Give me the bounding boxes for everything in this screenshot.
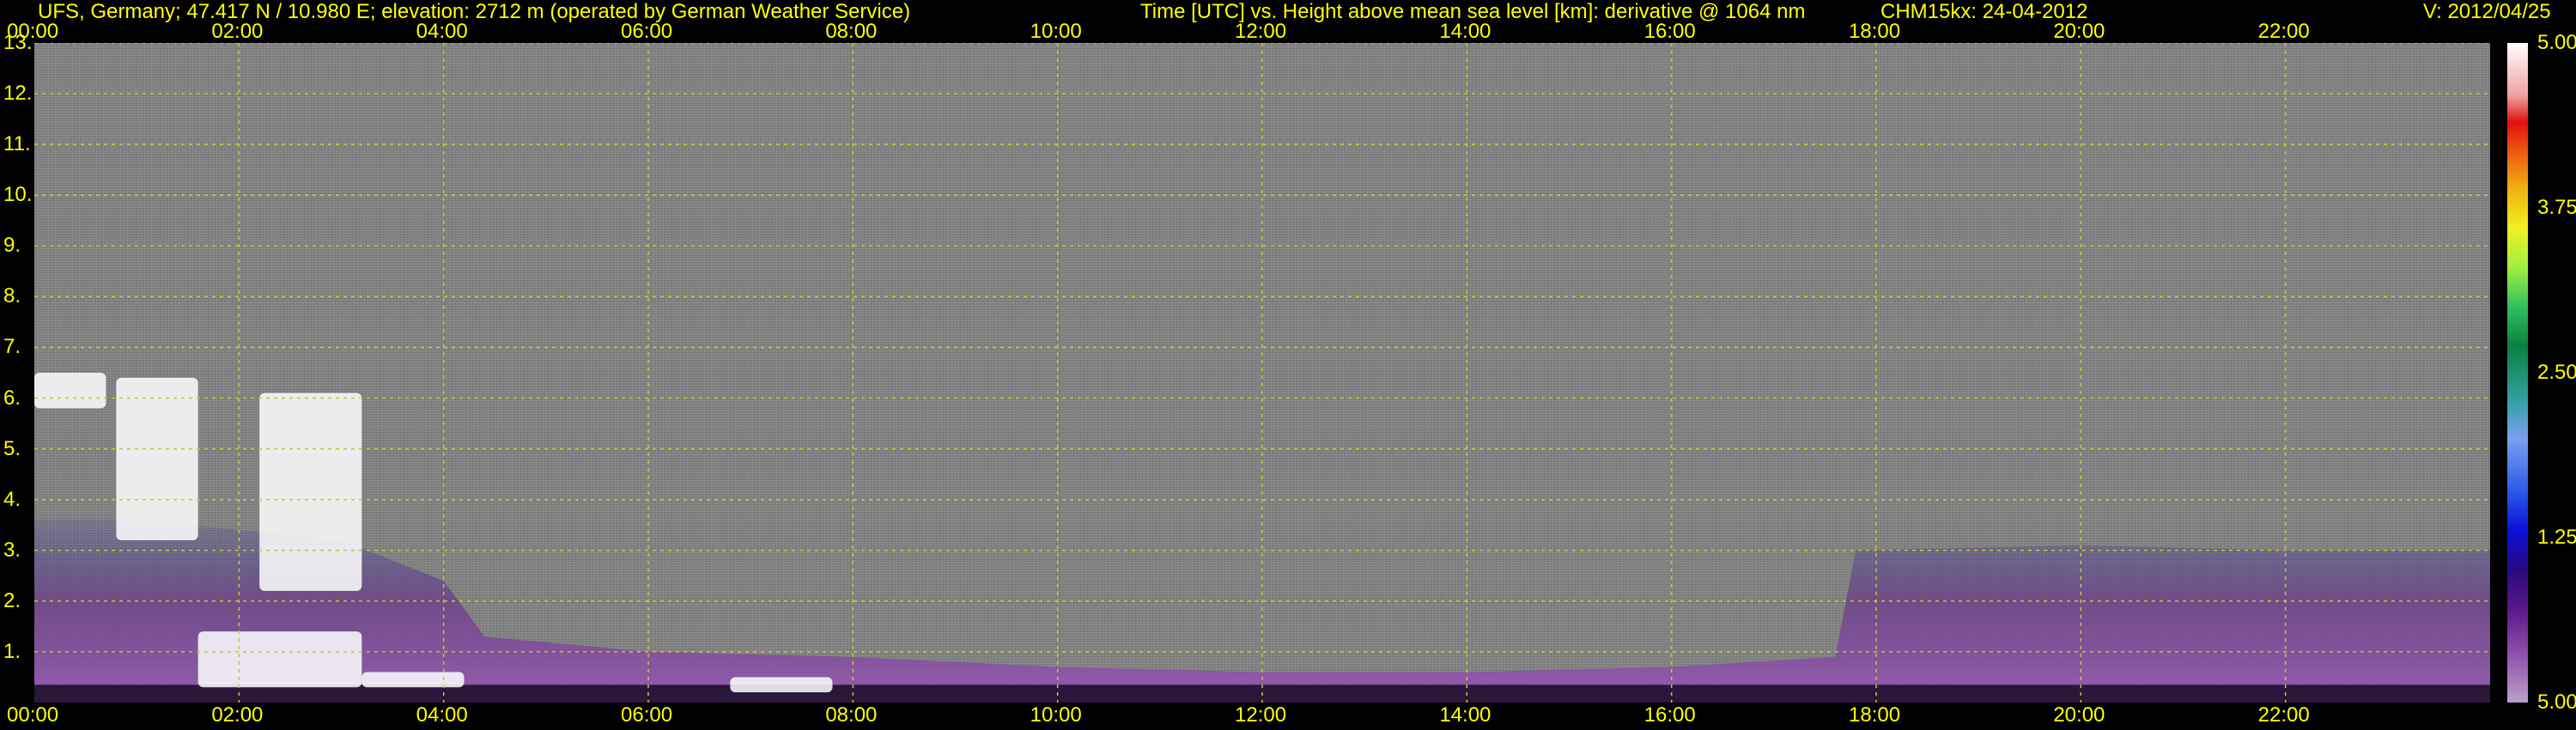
x-tick-label: 20:00 [2053, 703, 2105, 727]
y-tick-label: 2. [3, 588, 21, 612]
x-tick-label: 16:00 [1643, 703, 1696, 727]
y-tick-label: 4. [3, 487, 21, 511]
y-tick-label: 12. [3, 82, 33, 106]
y-tick-label: 10. [3, 183, 33, 207]
x-tick-label: 04:00 [416, 703, 468, 727]
station-info: UFS, Germany; 47.417 N / 10.980 E; eleva… [38, 0, 911, 23]
x-tick-label: 14:00 [1439, 20, 1492, 43]
y-tick-label: 3. [3, 538, 21, 562]
plot-canvas [34, 43, 2490, 703]
backscatter-plot [34, 43, 2490, 703]
x-tick-label: 14:00 [1439, 703, 1492, 727]
colorbar-label: 3.75 [2537, 196, 2576, 219]
x-tick-label: 18:00 [1849, 20, 1901, 43]
y-tick-label: 6. [3, 386, 21, 410]
x-tick-label: 12:00 [1235, 20, 1287, 43]
cloud-feature [730, 677, 833, 693]
y-tick-label: 13. [3, 31, 33, 54]
colorbar-label: 1.25 [2537, 526, 2576, 549]
x-tick-label: 20:00 [2053, 20, 2105, 43]
cloud-feature [34, 373, 106, 409]
colorbar [2507, 43, 2528, 703]
x-tick-label: 16:00 [1643, 20, 1696, 43]
x-tick-label: 04:00 [416, 20, 468, 43]
y-tick-label: 1. [3, 639, 21, 663]
x-tick-label: 08:00 [825, 703, 878, 727]
colorbar-label: 5.00 [2537, 690, 2576, 714]
y-tick-label: 5. [3, 436, 21, 460]
version-label: V: 2012/04/25 [2423, 0, 2551, 23]
x-tick-label: 18:00 [1849, 703, 1901, 727]
x-tick-label: 06:00 [621, 703, 673, 727]
y-tick-label: 8. [3, 284, 21, 308]
colorbar-label: 2.50 [2537, 361, 2576, 384]
x-tick-label: 10:00 [1030, 20, 1082, 43]
x-tick-label: 02:00 [211, 20, 264, 43]
x-tick-label: 22:00 [2257, 20, 2310, 43]
y-tick-label: 7. [3, 335, 21, 359]
y-tick-label: 11. [3, 132, 31, 156]
x-tick-label: 06:00 [621, 20, 673, 43]
x-tick-label: 08:00 [825, 20, 878, 43]
colorbar-label: 5.00 [2537, 31, 2576, 54]
cloud-feature [361, 672, 465, 688]
x-tick-label: 00:00 [7, 703, 59, 727]
x-tick-label: 12:00 [1235, 703, 1287, 727]
cloud-feature [259, 392, 362, 592]
x-tick-label: 22:00 [2257, 703, 2310, 727]
x-tick-label: 02:00 [211, 703, 264, 727]
y-tick-label: 9. [3, 234, 21, 258]
cloud-feature [116, 377, 198, 540]
x-tick-label: 10:00 [1030, 703, 1082, 727]
cloud-feature [197, 631, 362, 688]
